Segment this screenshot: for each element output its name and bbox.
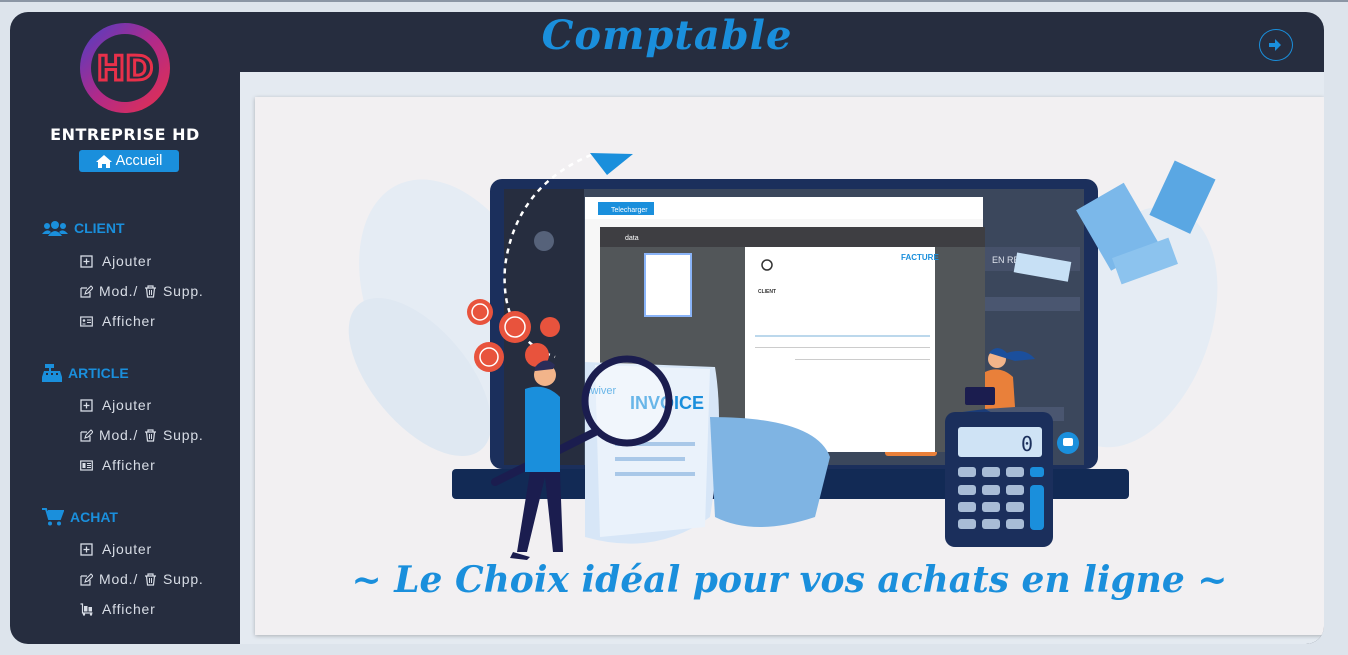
- achat-add-label: Ajouter: [102, 541, 152, 557]
- doc-client: CLIENT: [758, 289, 776, 295]
- achat-delete-label: Supp.: [163, 571, 204, 587]
- home-button[interactable]: Accueil: [79, 150, 179, 172]
- luggage-cart-icon: [80, 602, 93, 616]
- edit-icon: [80, 428, 93, 442]
- article-delete-label: Supp.: [163, 427, 204, 443]
- achat-edit-label: Mod./: [99, 571, 139, 587]
- achat-show-label: Afficher: [102, 601, 156, 617]
- company-name: ENTREPRISE HD: [50, 125, 200, 144]
- users-icon: [42, 221, 68, 236]
- article-add[interactable]: Ajouter: [80, 397, 152, 413]
- section-achat: ACHAT: [42, 508, 118, 526]
- shopping-cart-icon: [42, 508, 64, 526]
- edit-icon: [80, 572, 93, 586]
- client-add-label: Ajouter: [102, 253, 152, 269]
- page-title-text: Comptable: [541, 12, 793, 59]
- client-add[interactable]: Ajouter: [80, 253, 152, 269]
- logout-button[interactable]: [1259, 29, 1293, 61]
- trash-icon: [145, 572, 157, 586]
- section-achat-label: ACHAT: [70, 509, 118, 525]
- article-show-label: Afficher: [102, 457, 156, 473]
- main-content: EN RETARD Telecharger data FACTURE CLIEN…: [240, 72, 1324, 644]
- plus-square-icon: [80, 254, 93, 268]
- section-client-label: CLIENT: [74, 220, 125, 236]
- section-article: ARTICLE: [42, 364, 129, 382]
- achat-show[interactable]: Afficher: [80, 601, 156, 617]
- article-add-label: Ajouter: [102, 397, 152, 413]
- svg-text:HD: HD: [97, 49, 154, 89]
- article-edit-label: Mod./: [99, 427, 139, 443]
- article-edit-delete[interactable]: Mod./ Supp.: [80, 427, 204, 443]
- calc-display: 0: [1021, 432, 1033, 456]
- plus-square-icon: [80, 398, 93, 412]
- client-edit-label: Mod./: [99, 283, 139, 299]
- invoice-illustration: EN RETARD Telecharger data FACTURE CLIEN…: [348, 153, 1218, 560]
- cash-register-icon: [42, 364, 62, 382]
- section-article-label: ARTICLE: [68, 365, 129, 381]
- welcome-banner: EN RETARD Telecharger data FACTURE CLIEN…: [255, 97, 1324, 635]
- edit-icon: [80, 284, 93, 298]
- client-delete-label: Supp.: [163, 283, 204, 299]
- top-border: [0, 0, 1348, 2]
- sidebar: HD ENTREPRISE HD Accueil CLIENT Ajouter …: [10, 12, 240, 644]
- home-icon: [95, 154, 112, 168]
- trash-icon: [145, 284, 157, 298]
- list-card-icon: [80, 459, 93, 471]
- achat-add[interactable]: Ajouter: [80, 541, 152, 557]
- client-show[interactable]: Afficher: [80, 313, 156, 329]
- article-show[interactable]: Afficher: [80, 457, 156, 473]
- slogan: ~ Le Choix idéal pour vos achats en lign…: [351, 559, 1228, 601]
- doc-title: data: [625, 235, 639, 242]
- client-show-label: Afficher: [102, 313, 156, 329]
- app-frame: HD ENTREPRISE HD Accueil CLIENT Ajouter …: [10, 12, 1324, 644]
- trash-icon: [145, 428, 157, 442]
- client-edit-delete[interactable]: Mod./ Supp.: [80, 283, 204, 299]
- company-logo: HD: [80, 23, 170, 113]
- id-card-icon: [80, 315, 93, 327]
- plus-square-icon: [80, 542, 93, 556]
- doc-heading: FACTURE: [901, 253, 939, 262]
- sign-out-icon: [1269, 39, 1281, 51]
- section-client: CLIENT: [42, 220, 125, 236]
- download-label: Telecharger: [611, 207, 648, 214]
- achat-edit-delete[interactable]: Mod./ Supp.: [80, 571, 204, 587]
- home-button-label: Accueil: [115, 153, 163, 169]
